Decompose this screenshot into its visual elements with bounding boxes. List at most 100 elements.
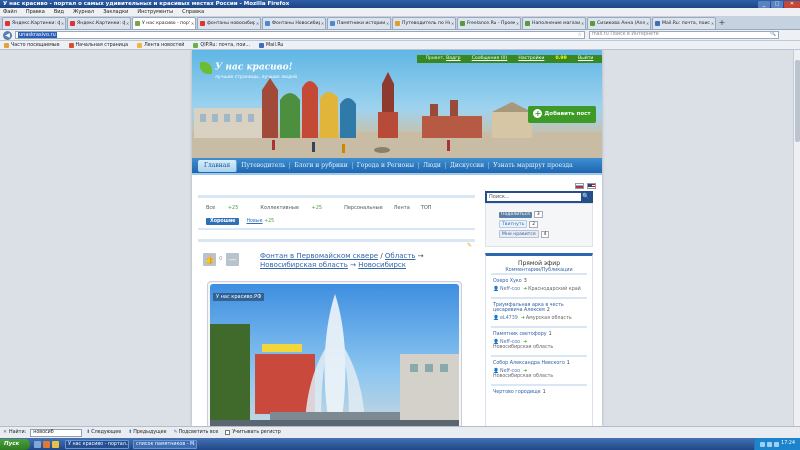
settings-link[interactable]: Настройки — [518, 55, 544, 63]
region-link[interactable]: Амурская область — [526, 316, 572, 321]
live-item-link[interactable]: Чертово городище — [493, 390, 541, 395]
site-search-input[interactable]: Поиск... — [487, 193, 581, 201]
search-icon[interactable]: 🔍 — [581, 193, 591, 201]
region-link[interactable]: Краснодарский край — [528, 287, 581, 292]
post-photo[interactable]: У нас красиво.РФ — [210, 284, 459, 426]
region-link[interactable]: Новосибирская область — [260, 261, 348, 269]
vote-up-button[interactable]: 👍 — [203, 253, 216, 266]
post-category-link[interactable]: Область — [385, 252, 416, 260]
add-post-button[interactable]: + Добавить пост — [528, 106, 596, 123]
close-tab-icon[interactable]: ✕ — [580, 18, 585, 29]
close-tab-icon[interactable]: ✕ — [125, 18, 130, 29]
live-comments-link[interactable]: Комментарии — [505, 268, 540, 273]
match-case-checkbox[interactable]: Учитывать регистр — [225, 430, 281, 435]
live-item-link[interactable]: Озеро Хуко — [493, 279, 522, 284]
browser-tab[interactable]: Наполнение магазина к...✕ — [522, 17, 586, 29]
close-tab-icon[interactable]: ✕ — [450, 18, 455, 29]
firefox-icon[interactable] — [43, 440, 50, 448]
messages-link[interactable]: Сообщения (0) — [472, 55, 508, 63]
close-tab-icon[interactable]: ✕ — [320, 18, 325, 29]
find-input[interactable]: новосиб — [30, 428, 83, 437]
language-icon[interactable] — [760, 441, 766, 447]
browser-tab[interactable]: Памятники истории и а...✕ — [327, 17, 391, 29]
explorer-icon[interactable] — [52, 440, 59, 448]
user-link[interactable]: Neff-coo — [500, 287, 520, 292]
menu-bookmarks[interactable]: Закладки — [103, 8, 128, 16]
menu-help[interactable]: Справка — [182, 8, 204, 16]
browser-tab[interactable]: Яндекс.Картинки: фон...✕ — [2, 17, 66, 29]
nav-people[interactable]: Люди — [419, 162, 446, 169]
filter-tab-collective[interactable]: Коллективные +25 — [260, 205, 333, 211]
browser-tab-active[interactable]: У нас красиво - портал...✕ — [132, 17, 196, 29]
filter-good-button[interactable]: Хорошие — [206, 218, 240, 225]
search-icon[interactable]: 🔍 — [770, 32, 778, 38]
nav-blogs[interactable]: Блоги и рубрики — [290, 162, 353, 169]
city-link[interactable]: Новосибирск — [358, 261, 406, 269]
bookmark-star-icon[interactable]: ☆ — [578, 32, 584, 38]
region-link[interactable]: Новосибирская область — [493, 374, 553, 379]
bookmark-item[interactable]: Начальная страница — [68, 42, 128, 48]
us-flag-icon[interactable] — [587, 183, 596, 189]
highlight-all-button[interactable]: ✎ Подсветить все — [174, 430, 219, 435]
site-logo[interactable]: У нас красиво! лучшие страницы, лучших л… — [200, 62, 297, 80]
bookmark-item[interactable]: Лента новостей — [137, 42, 184, 48]
close-tab-icon[interactable]: ✕ — [190, 18, 195, 29]
close-tab-icon[interactable]: ✕ — [60, 18, 65, 29]
menu-history[interactable]: Журнал — [73, 8, 94, 16]
browser-tab[interactable]: Яндекс.Картинки: фон...✕ — [67, 17, 131, 29]
nav-home[interactable]: Главная — [198, 159, 238, 172]
menu-edit[interactable]: Правка — [26, 8, 45, 16]
scrollbar-thumb[interactable] — [795, 60, 800, 142]
bookmark-item[interactable]: QIP.Ru: почта, пои... — [193, 42, 250, 48]
post-title-link[interactable]: Фонтан в Первомайском сквере — [260, 252, 378, 260]
find-next-button[interactable]: ⬇ Следующее — [86, 430, 121, 435]
filter-tab-feed[interactable]: Лента — [394, 205, 410, 211]
logout-link[interactable]: Выйти — [578, 55, 593, 63]
live-item-link[interactable]: Триумфальная арка в честь цесаревича Але… — [493, 303, 564, 313]
bookmark-item[interactable]: Mail.Ru — [259, 42, 283, 48]
network-icon[interactable] — [767, 441, 773, 447]
browser-search-input[interactable]: mail.ru Поиск в Интернете 🔍 — [589, 31, 779, 39]
taskbar-item-firefox[interactable]: У нас красиво - портал... — [65, 439, 129, 449]
browser-tab[interactable]: Путеводитель по Ново...✕ — [392, 17, 456, 29]
filter-tab-top[interactable]: ТОП — [421, 205, 432, 211]
vk-share-button[interactable]: Поделиться — [499, 211, 532, 218]
filter-new-link[interactable]: Новые +25 — [246, 219, 274, 224]
nav-guide[interactable]: Путеводитель — [237, 162, 291, 169]
browser-tab[interactable]: Фонтаны Новосибирск...✕ — [262, 17, 326, 29]
close-tab-icon[interactable]: ✕ — [515, 18, 520, 29]
new-tab-button[interactable]: + — [717, 18, 727, 29]
page-scrollbar[interactable] — [793, 50, 800, 426]
user-link[interactable]: eL4739 — [500, 316, 518, 321]
menu-file[interactable]: Файл — [3, 8, 17, 16]
start-button[interactable]: Пуск — [0, 438, 30, 450]
nav-discussions[interactable]: Дискуссии — [446, 162, 490, 169]
close-window-button[interactable]: ✕ — [784, 0, 800, 8]
close-tab-icon[interactable]: ✕ — [255, 18, 260, 29]
desktop-icon[interactable] — [34, 440, 41, 448]
filter-tab-personal[interactable]: Персональные — [344, 205, 383, 211]
browser-tab[interactable]: Freelance.Ru - Проекты...✕ — [457, 17, 521, 29]
region-link[interactable]: Новосибирская область — [493, 345, 553, 350]
edit-pencil-icon[interactable]: ✎ — [467, 242, 472, 249]
vote-down-button[interactable]: — — [226, 253, 239, 266]
maximize-button[interactable]: □ — [771, 0, 783, 8]
browser-tab[interactable]: фонтаны новосибирск...✕ — [197, 17, 261, 29]
tweet-button[interactable]: Твитнуть — [499, 220, 528, 228]
nav-route[interactable]: Узнать маршрут проезда — [489, 162, 577, 169]
browser-tab[interactable]: Mail.Ru: почта, поиск в ...✕ — [652, 17, 716, 29]
volume-icon[interactable] — [774, 441, 780, 447]
live-publications-link[interactable]: Публикации — [542, 268, 573, 273]
close-tab-icon[interactable]: ✕ — [385, 18, 390, 29]
username-link[interactable]: Вадгр — [446, 56, 460, 61]
close-tab-icon[interactable]: ✕ — [710, 18, 715, 29]
live-item-link[interactable]: Собор Александра Невского — [493, 361, 565, 366]
live-item-link[interactable]: Памятник светофору — [493, 332, 547, 337]
minimize-button[interactable]: _ — [758, 0, 770, 8]
back-button[interactable]: ◀ — [3, 30, 12, 40]
browser-tab[interactable]: Сизикова Анна (Anna_S...✕ — [587, 17, 651, 29]
menu-tools[interactable]: Инструменты — [137, 8, 173, 16]
taskbar-item-document[interactable]: список памятников - M... — [133, 439, 197, 449]
menu-view[interactable]: Вид — [54, 8, 64, 16]
nav-cities[interactable]: Города и Регионы — [353, 162, 419, 169]
